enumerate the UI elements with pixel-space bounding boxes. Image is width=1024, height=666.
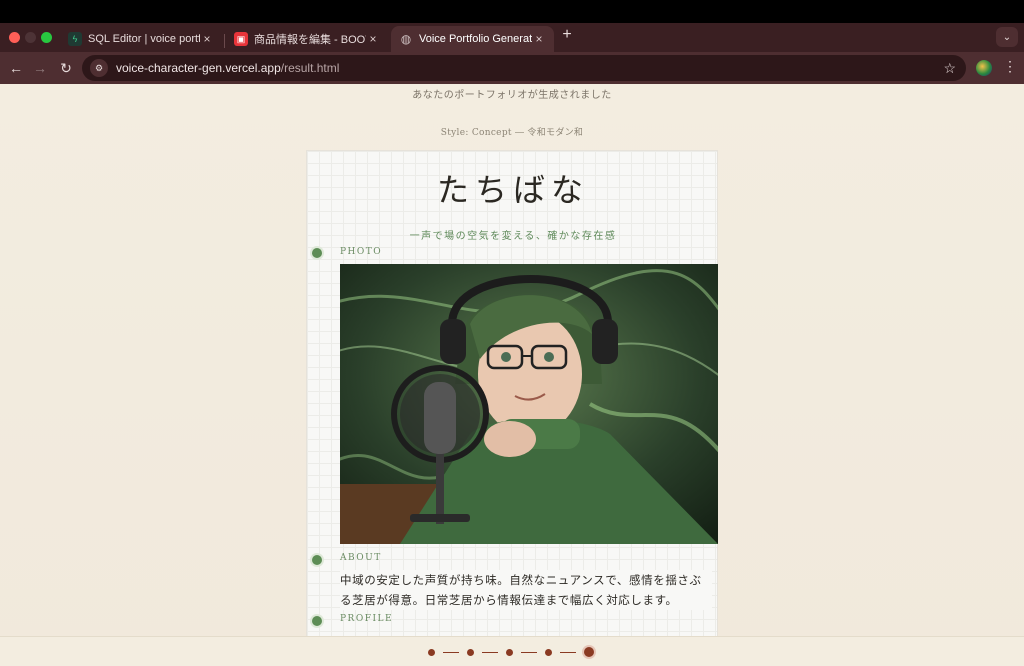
- pager-dot-1[interactable]: [428, 648, 435, 656]
- new-tab-button[interactable]: +: [560, 27, 574, 43]
- tab-search-button[interactable]: ⌄: [996, 27, 1018, 47]
- pager-dot-3[interactable]: [506, 648, 513, 656]
- tab-title: Voice Portfolio Generator —: [419, 33, 532, 45]
- portfolio-card: たちばな 一声で場の空気を変える、確かな存在感 PHOTO ABOUT 中域の安…: [306, 150, 718, 650]
- style-label: Style: Concept ― 令和モダン和: [440, 128, 584, 138]
- tab-voice-portfolio[interactable]: ◍ Voice Portfolio Generator — ×: [391, 26, 554, 52]
- character-name: たちばな: [436, 171, 589, 209]
- close-window-button[interactable]: [9, 32, 20, 43]
- pager-dot-2[interactable]: [467, 648, 474, 656]
- pager-line: [482, 651, 498, 653]
- tab-booth[interactable]: ▣ 商品情報を編集 - BOOTH ×: [226, 26, 388, 52]
- profile-avatar[interactable]: [976, 60, 992, 76]
- menu-icon[interactable]: ⋮: [1003, 58, 1017, 75]
- url-text[interactable]: voice-character-gen.vercel.app/result.ht…: [116, 61, 339, 75]
- pager-line: [560, 651, 576, 653]
- status-message: あなたのポートフォリオが生成されました: [412, 90, 612, 101]
- tab-sql-editor[interactable]: ϟ SQL Editor | voice portfolio | ×: [60, 26, 222, 52]
- section-label-photo: PHOTO: [340, 247, 383, 257]
- pager-dot-5-active[interactable]: [584, 647, 594, 657]
- tab-title: SQL Editor | voice portfolio |: [88, 33, 200, 45]
- forward-icon[interactable]: →: [32, 60, 48, 76]
- zoom-window-button[interactable]: [41, 32, 52, 43]
- globe-icon: ◍: [400, 32, 412, 46]
- section-dot-about: [312, 555, 322, 565]
- supabase-icon: ϟ: [68, 32, 82, 46]
- pager-line: [443, 651, 459, 653]
- about-text: 中域の安定した声質が持ち味。自然なニュアンスで、感情を揺さぶる芝居が得意。日常芝…: [340, 570, 712, 610]
- close-icon[interactable]: ×: [200, 32, 214, 46]
- back-icon[interactable]: ←: [8, 60, 24, 76]
- site-settings-icon[interactable]: ⚙: [90, 59, 108, 77]
- tab-separator: [224, 34, 225, 48]
- bookmark-star-icon[interactable]: ☆: [943, 60, 956, 77]
- booth-icon: ▣: [234, 32, 248, 46]
- window-top-strip: [0, 0, 1024, 23]
- page-pager: [428, 647, 594, 657]
- section-label-about: ABOUT: [340, 553, 382, 563]
- pager-dot-4[interactable]: [545, 648, 552, 656]
- page-content: あなたのポートフォリオが生成されました Style: Concept ― 令和モ…: [0, 84, 1024, 666]
- pager-line: [521, 651, 537, 653]
- url-path: /result.html: [280, 61, 340, 75]
- tagline: 一声で場の空気を変える、確かな存在感: [409, 231, 617, 242]
- character-photo: [340, 264, 718, 544]
- reload-icon[interactable]: ↻: [58, 60, 74, 76]
- browser-toolbar: ← → ↻ ⚙ voice-character-gen.vercel.app/r…: [0, 52, 1024, 84]
- character-illustration: [340, 264, 718, 544]
- tab-title: 商品情報を編集 - BOOTH: [254, 34, 366, 46]
- url-host: voice-character-gen.vercel.app: [116, 61, 281, 75]
- close-icon[interactable]: ×: [532, 32, 546, 46]
- close-icon[interactable]: ×: [366, 32, 380, 46]
- minimize-window-button[interactable]: [25, 32, 36, 43]
- section-label-profile: PROFILE: [340, 614, 394, 624]
- section-dot-profile: [312, 616, 322, 626]
- tab-bar: ϟ SQL Editor | voice portfolio | × ▣ 商品情…: [0, 23, 1024, 52]
- address-bar[interactable]: ⚙ voice-character-gen.vercel.app/result.…: [82, 55, 966, 81]
- section-dot-photo: [312, 248, 322, 258]
